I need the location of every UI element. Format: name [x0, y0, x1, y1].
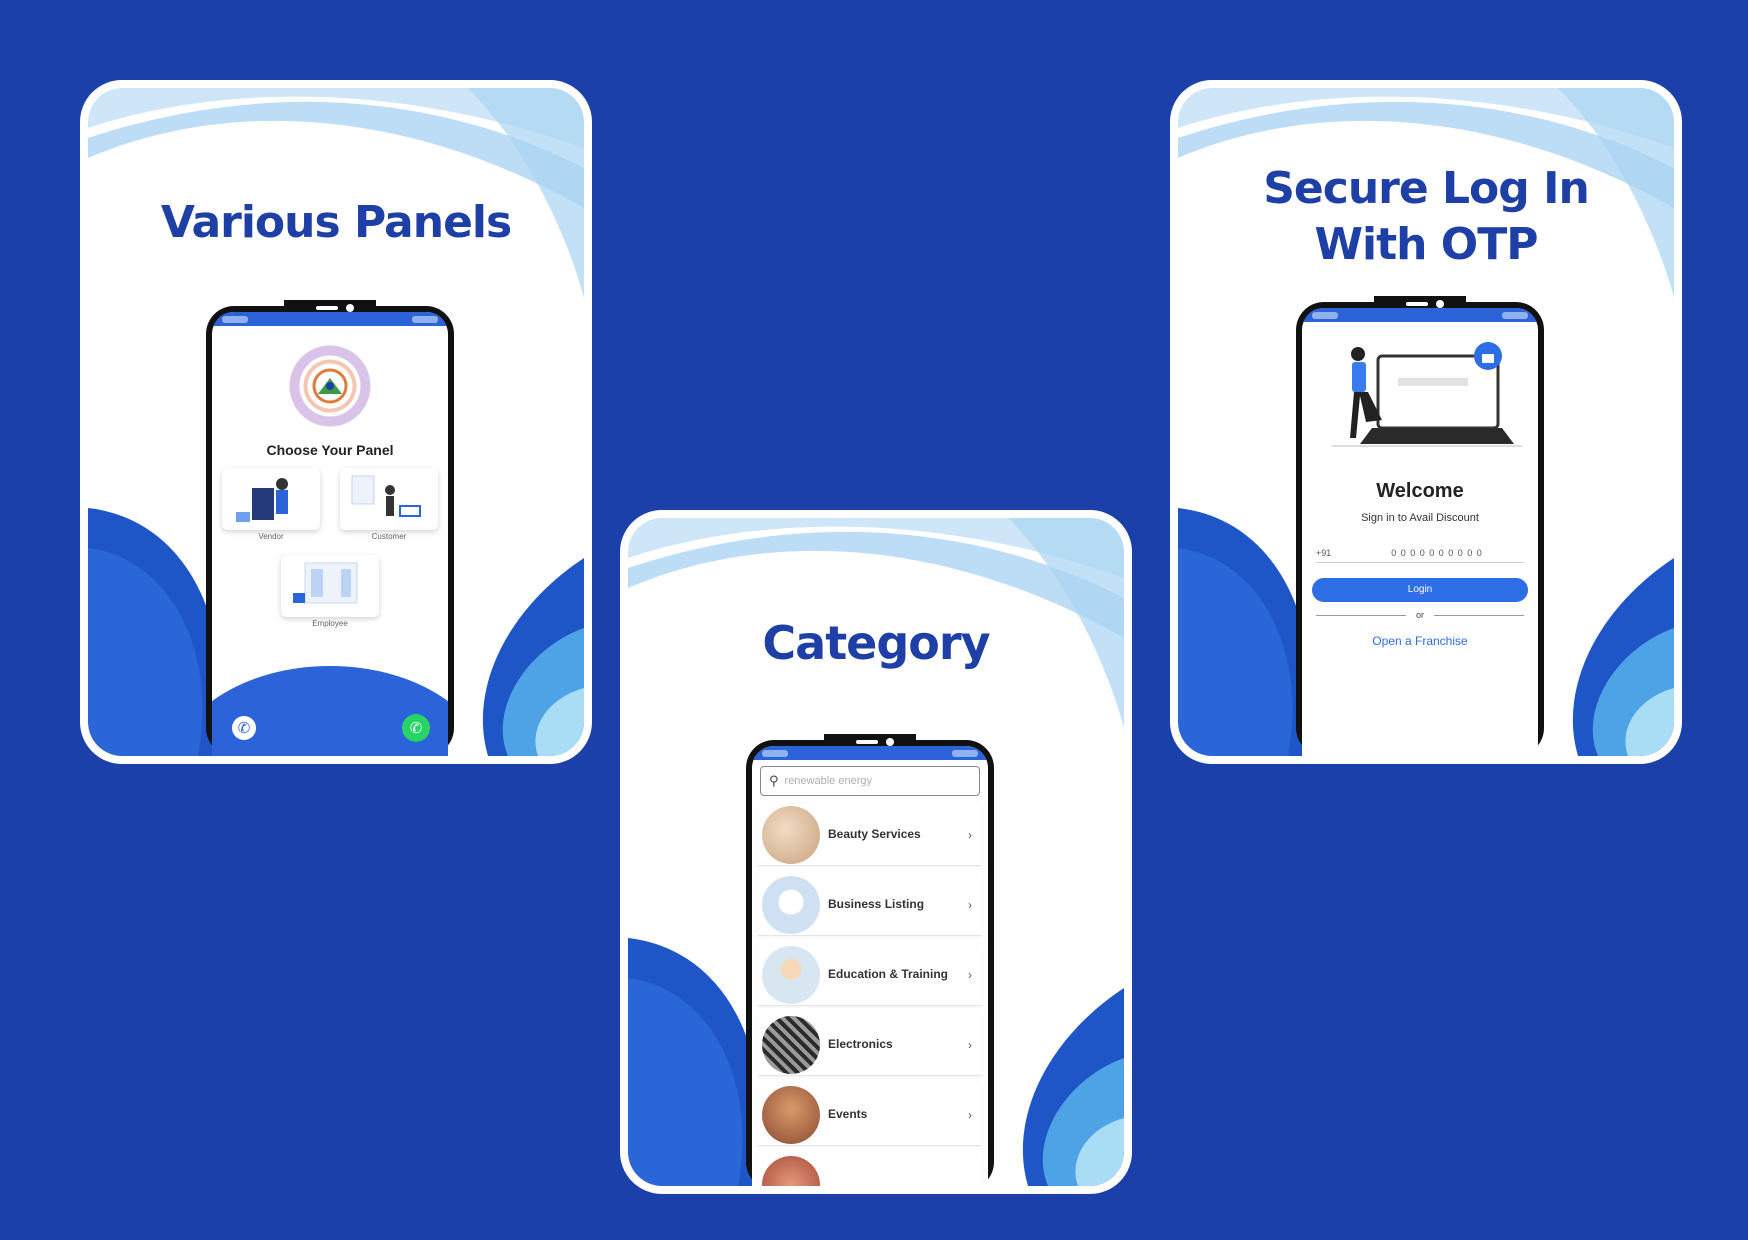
phone-screen: ⚲ renewable energy Beauty Services › Bus… — [752, 746, 988, 1186]
card-background: Secure Log In With OTP Welcome Sign in t… — [1178, 88, 1674, 756]
chevron-right-icon: › — [968, 827, 972, 842]
vendor-illustration-icon — [236, 478, 288, 522]
welcome-heading: Welcome — [1376, 480, 1464, 502]
chevron-right-icon: › — [968, 1107, 972, 1122]
panel-option-employee[interactable] — [281, 555, 379, 617]
phone-mockup: Choose Your Panel Vendor Customer Employ… — [206, 300, 454, 756]
various-panels-card: Various Panels Choose Your Panel Vendor … — [80, 80, 592, 764]
phone-mockup: ⚲ renewable energy Beauty Services › Bus… — [746, 734, 994, 1186]
status-bar — [212, 312, 448, 326]
category-thumbnail — [762, 1015, 820, 1074]
signin-subtitle: Sign in to Avail Discount — [1361, 512, 1479, 524]
card-background: Category ⚲ renewable energy Beauty Servi… — [628, 518, 1124, 1186]
employee-illustration-icon — [293, 562, 358, 604]
category-item-partial[interactable] — [758, 1154, 982, 1186]
category-thumbnail — [762, 875, 820, 934]
phone-screen: Welcome Sign in to Avail Discount +91 0 … — [1302, 308, 1538, 756]
card-title: Various Panels — [160, 197, 512, 248]
category-card: Category ⚲ renewable energy Beauty Servi… — [620, 510, 1132, 1194]
search-icon: ⚲ — [769, 773, 779, 788]
category-item-events[interactable]: Events › — [758, 1084, 982, 1146]
or-text: or — [1416, 610, 1425, 620]
phone-number-field[interactable]: +91 0 0 0 0 0 0 0 0 0 0 — [1316, 548, 1524, 563]
category-thumbnail — [762, 1155, 820, 1186]
category-thumbnail — [762, 805, 820, 864]
customer-illustration-icon — [351, 475, 421, 517]
or-divider: or — [1316, 610, 1525, 620]
chevron-right-icon: › — [968, 897, 972, 912]
category-label: Electronics — [828, 1036, 893, 1051]
logo-icon — [312, 368, 348, 404]
phone-mockup: Welcome Sign in to Avail Discount +91 0 … — [1296, 296, 1544, 756]
phone-screen: Choose Your Panel Vendor Customer Employ… — [212, 312, 448, 756]
login-illustration-icon — [1332, 342, 1522, 447]
chevron-right-icon: › — [968, 1037, 972, 1052]
category-item-beauty-services[interactable]: Beauty Services › — [758, 804, 982, 866]
category-label: Events — [828, 1106, 868, 1121]
status-bar — [752, 746, 988, 760]
open-franchise-link[interactable]: Open a Franchise — [1302, 634, 1538, 648]
category-item-electronics[interactable]: Electronics › — [758, 1014, 982, 1076]
category-thumbnail — [762, 1085, 820, 1144]
status-bar — [1302, 308, 1538, 322]
search-placeholder: renewable energy — [784, 775, 872, 787]
phone-icon[interactable]: ✆ — [230, 714, 258, 742]
card-title-line2: With OTP — [1314, 219, 1539, 270]
chevron-right-icon: › — [968, 967, 972, 982]
card-title-line1: Secure Log In — [1263, 163, 1590, 214]
category-label: Beauty Services — [828, 826, 921, 841]
app-logo — [282, 338, 378, 434]
card-background: Various Panels Choose Your Panel Vendor … — [88, 88, 584, 756]
whatsapp-icon[interactable]: ✆ — [402, 714, 430, 742]
panel-option-label: Vendor — [258, 532, 284, 541]
category-label: Business Listing — [828, 896, 925, 911]
phone-number-placeholder: 0 0 0 0 0 0 0 0 0 0 — [1391, 548, 1483, 558]
secure-login-card: Secure Log In With OTP Welcome Sign in t… — [1170, 80, 1682, 764]
panel-option-vendor[interactable] — [222, 468, 320, 530]
panel-option-label: Employee — [312, 619, 348, 628]
search-input[interactable]: ⚲ renewable energy — [760, 766, 980, 796]
category-label: Education & Training — [828, 966, 949, 981]
panel-option-customer[interactable] — [340, 468, 438, 530]
category-item-business-listing[interactable]: Business Listing › — [758, 874, 982, 936]
panel-option-label: Customer — [371, 532, 407, 541]
bottom-curve-bar — [212, 666, 448, 756]
choose-panel-heading: Choose Your Panel — [266, 442, 394, 458]
category-item-education-training[interactable]: Education & Training › — [758, 944, 982, 1006]
login-button[interactable]: Login — [1312, 578, 1528, 602]
country-code: +91 — [1316, 548, 1332, 558]
card-title: Category — [762, 616, 990, 670]
category-thumbnail — [762, 945, 820, 1004]
